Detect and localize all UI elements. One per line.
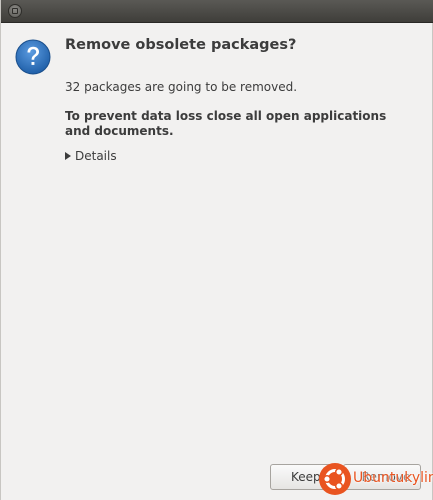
dialog-warning: To prevent data loss close all open appl…: [65, 109, 387, 138]
details-label: Details: [75, 149, 117, 163]
keep-button[interactable]: Keep: [270, 464, 342, 490]
dialog-message: 32 packages are going to be removed.: [65, 80, 298, 94]
titlebar[interactable]: [1, 0, 433, 23]
expand-arrow-icon: [65, 152, 71, 160]
details-expander[interactable]: Details: [65, 149, 117, 163]
remove-button[interactable]: Remove: [343, 464, 421, 490]
dialog-window: Remove obsolete packages? 32 packages ar…: [0, 0, 433, 500]
close-window-button[interactable]: [8, 4, 22, 18]
dialog-title: Remove obsolete packages?: [65, 37, 297, 53]
question-icon: [15, 39, 51, 75]
